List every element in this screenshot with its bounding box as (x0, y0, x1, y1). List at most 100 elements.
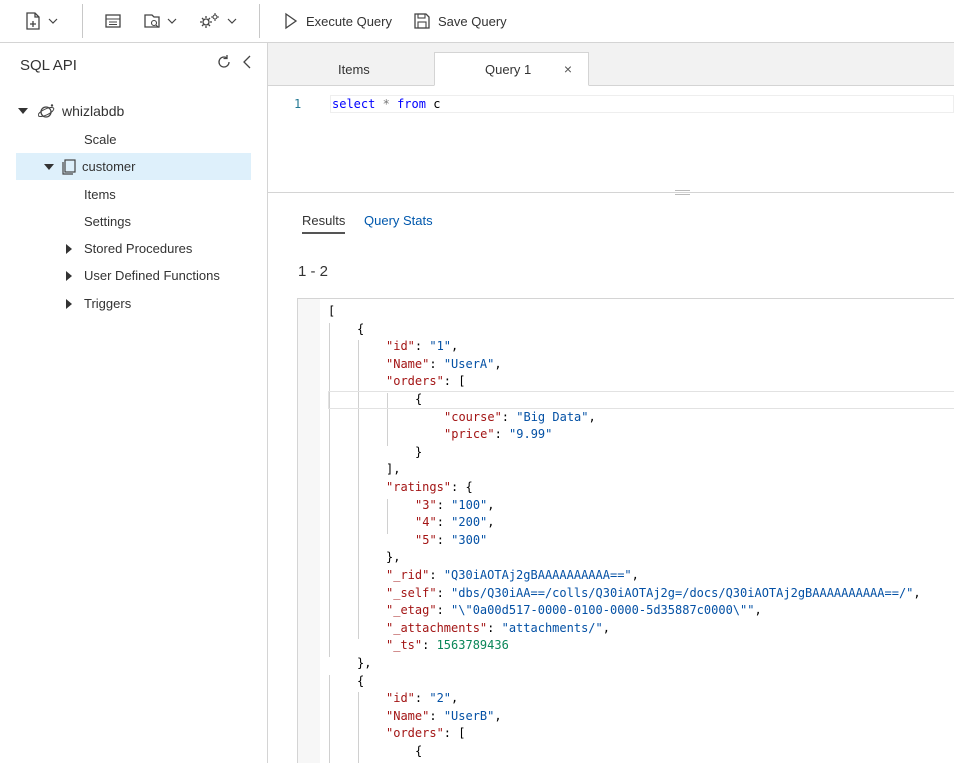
close-icon[interactable]: × (564, 61, 572, 77)
tree-node-stored-procedures[interactable]: Stored Procedures (66, 235, 192, 262)
json-key: "Name" (386, 708, 430, 723)
splitter-grip-icon[interactable] (675, 187, 690, 196)
tree-node-udfs[interactable]: User Defined Functions (66, 262, 220, 289)
json-key: "orders" (386, 374, 444, 389)
json-punctuation: , (487, 497, 495, 512)
tree-node-label: Triggers (84, 296, 132, 311)
json-punctuation: , (451, 691, 459, 706)
json-punctuation: : (436, 497, 452, 512)
keyword-select: select (332, 97, 376, 111)
json-punctuation: : (436, 585, 452, 600)
json-key: "orders" (386, 726, 444, 741)
json-line: { (357, 321, 364, 339)
settings-menu-button[interactable] (199, 8, 237, 34)
collapsed-caret-icon (66, 270, 72, 281)
command-bar: Execute Query Save Query (0, 0, 954, 43)
tree-node-container[interactable]: customer (16, 153, 251, 180)
collection-alias: c (433, 97, 441, 111)
panel-title: SQL API (20, 57, 77, 74)
json-string-value: "Q30iAOTAj2gBAAAAAAAAAA==" (443, 568, 632, 582)
collapse-panel-button[interactable] (241, 53, 255, 71)
json-line: "5": "300" (415, 532, 487, 550)
open-query-button[interactable] (104, 8, 122, 34)
toolbar-divider (82, 4, 83, 38)
json-line: "_ts": 1563789436 (386, 637, 509, 655)
indent-guide (387, 498, 388, 534)
json-punctuation: : (436, 532, 452, 547)
json-punctuation: , (451, 339, 459, 354)
json-punctuation: }, (357, 656, 372, 670)
tree-node-settings[interactable]: Settings (84, 208, 131, 235)
refresh-button[interactable] (215, 53, 233, 71)
json-line: "4": "200", (415, 514, 495, 532)
json-line: "Name": "UserB", (386, 708, 502, 726)
json-key: "id" (386, 691, 415, 706)
json-punctuation: : (422, 638, 437, 653)
search-document-icon (143, 12, 161, 30)
json-key: "Name" (386, 356, 430, 371)
expand-caret-icon (18, 107, 28, 114)
star-operator: * (382, 97, 390, 111)
chevron-left-icon (241, 55, 253, 74)
json-punctuation: : (436, 603, 452, 618)
results-json-viewer[interactable]: [{"id": "1", "Name": "UserA", "orders": [{… (297, 298, 954, 763)
tab-items[interactable]: Items (338, 52, 370, 86)
json-key: "_self" (386, 585, 437, 600)
save-query-button[interactable]: Save Query (414, 8, 507, 34)
json-punctuation: , (913, 585, 921, 600)
json-punctuation: , (631, 568, 639, 582)
chevron-down-icon (48, 18, 58, 24)
tab-query-1[interactable]: Query 1 × (434, 52, 589, 86)
tree-node-label: Scale (84, 132, 117, 147)
json-punctuation: { (357, 321, 365, 336)
new-query-button[interactable] (143, 8, 177, 34)
indent-guide (358, 692, 359, 763)
tab-query-stats[interactable]: Query Stats (364, 213, 433, 228)
json-punctuation: { (415, 392, 423, 406)
json-punctuation: : (414, 691, 430, 706)
tree-node-label: Items (84, 187, 116, 202)
json-punctuation: , (487, 515, 495, 530)
tree-node-database[interactable]: whizlabdb (16, 97, 256, 124)
result-range: 1 - 2 (298, 263, 329, 280)
json-string-value: "9.99" (509, 427, 553, 442)
query-editor[interactable]: 1 select * from c (268, 86, 954, 193)
tab-results[interactable]: Results (302, 213, 346, 234)
json-punctuation: : (414, 339, 430, 354)
json-key: "_ts" (386, 638, 423, 653)
collection-icon (62, 158, 76, 175)
play-icon (284, 12, 298, 30)
json-string-value: "1" (429, 339, 452, 354)
json-line: "course": "Big Data", (444, 409, 596, 427)
query-text[interactable]: select * from c (332, 97, 440, 111)
json-punctuation: , (494, 708, 502, 723)
json-key: "course" (444, 409, 502, 424)
json-line: "orders": [ (386, 373, 465, 391)
tree-node-label: User Defined Functions (84, 268, 220, 283)
json-key: "_rid" (386, 568, 430, 582)
container-name: customer (82, 159, 136, 174)
line-number: 1 (294, 97, 302, 111)
json-punctuation: , (754, 603, 762, 618)
json-punctuation: : { (451, 480, 473, 494)
new-container-button[interactable] (24, 8, 58, 34)
json-key: "_etag" (386, 603, 437, 618)
editor-results-splitter[interactable] (268, 192, 954, 193)
json-line: { (415, 743, 422, 761)
chevron-down-icon (227, 18, 237, 24)
json-line: "_self": "dbs/Q30iAA==/colls/Q30iAOTAj2g… (386, 585, 921, 603)
json-punctuation: : (501, 409, 517, 424)
tree-node-label: Stored Procedures (84, 241, 193, 256)
indent-guide (329, 674, 330, 763)
json-punctuation: : (429, 708, 444, 723)
tree-node-items[interactable]: Items (84, 181, 116, 208)
database-planet-icon (38, 103, 56, 119)
refresh-icon (215, 55, 233, 74)
collapsed-caret-icon (66, 298, 72, 309)
tree-node-scale[interactable]: Scale (84, 126, 117, 153)
tree-node-triggers[interactable]: Triggers (66, 290, 131, 317)
json-line: "3": "100", (415, 497, 495, 515)
json-punctuation: , (494, 356, 502, 371)
indent-guide (329, 322, 330, 657)
execute-query-button[interactable]: Execute Query (284, 8, 392, 34)
